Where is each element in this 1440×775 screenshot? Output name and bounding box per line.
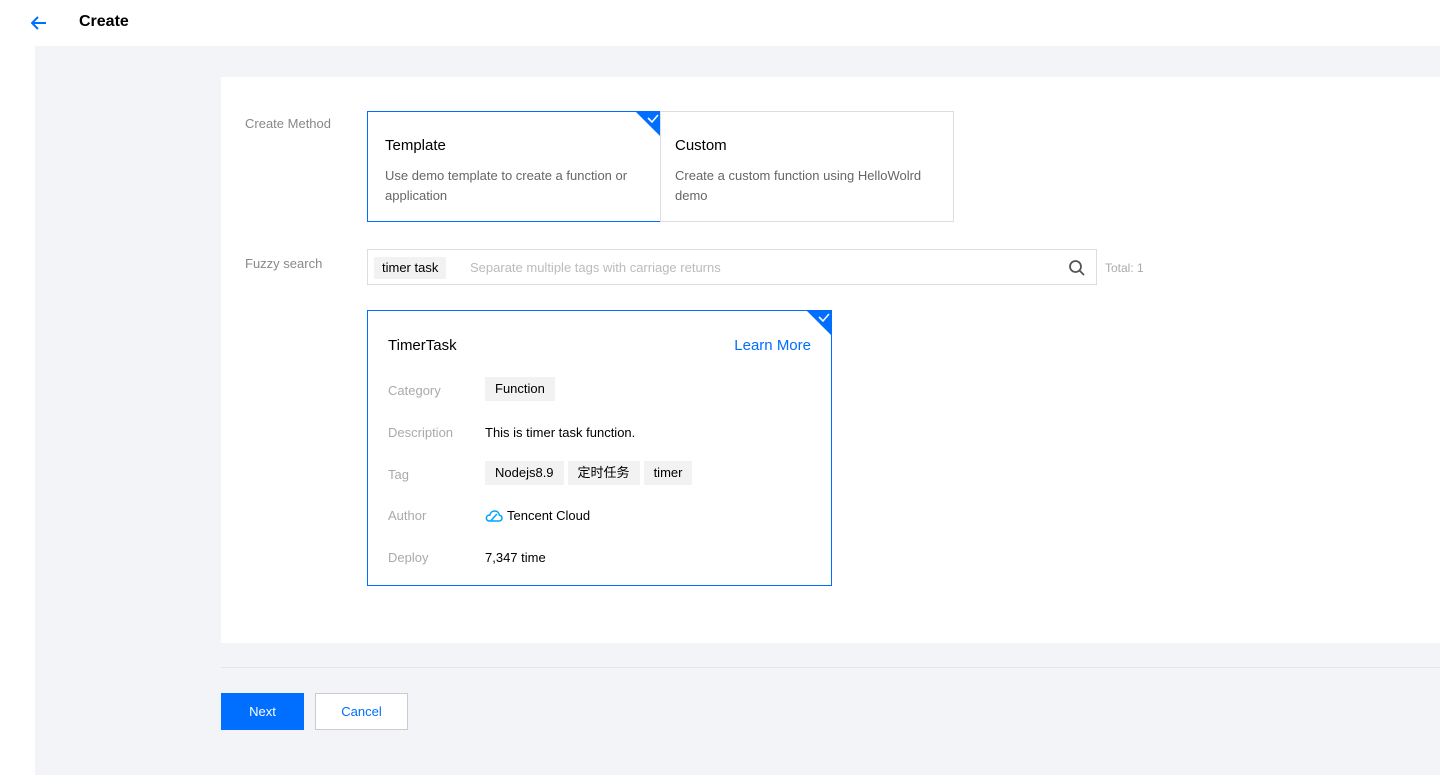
- cloud-icon: [485, 509, 503, 522]
- page-title: Create: [79, 13, 129, 30]
- description-label: Description: [388, 425, 454, 440]
- selected-check-icon: [635, 111, 661, 137]
- description-value: This is timer task function.: [485, 425, 636, 440]
- method-card-template[interactable]: Template Use demo template to create a f…: [367, 111, 661, 222]
- next-button[interactable]: Next: [221, 693, 304, 730]
- learn-more-link[interactable]: Learn More: [734, 337, 811, 354]
- search-input[interactable]: timer task Separate multiple tags with c…: [367, 249, 1097, 285]
- author-name: Tencent Cloud: [507, 508, 591, 523]
- method-description: Create a custom function using HelloWolr…: [675, 168, 922, 203]
- method-title: Template: [385, 137, 446, 154]
- cancel-button[interactable]: Cancel: [315, 693, 408, 730]
- tag-chip: Nodejs8.9: [485, 461, 564, 485]
- method-card-custom[interactable]: Custom Create a custom function using He…: [660, 111, 954, 222]
- deploy-label: Deploy: [388, 550, 429, 565]
- search-tag-chip[interactable]: timer task: [374, 257, 447, 279]
- author-label: Author: [388, 508, 427, 523]
- method-title: Custom: [675, 137, 727, 154]
- fuzzy-search-label: Fuzzy search: [245, 256, 323, 271]
- template-card-timertask[interactable]: TimerTask Learn More Category Function D…: [367, 310, 832, 586]
- search-icon[interactable]: [1068, 259, 1086, 277]
- search-placeholder: Separate multiple tags with carriage ret…: [470, 260, 721, 275]
- template-title: TimerTask: [388, 337, 457, 354]
- category-label: Category: [388, 383, 441, 398]
- create-method-label: Create Method: [245, 116, 331, 131]
- tag-chips: Nodejs8.9 定时任务 timer: [485, 461, 696, 485]
- back-arrow-icon[interactable]: [27, 11, 51, 35]
- author-value: Tencent Cloud: [485, 508, 590, 523]
- search-total-count: Total: 1: [1105, 261, 1144, 275]
- selected-check-icon: [806, 310, 832, 336]
- tag-chip: timer: [643, 461, 693, 485]
- deploy-count: 7,347 time: [485, 550, 546, 565]
- tag-chip: 定时任务: [567, 461, 640, 485]
- footer-divider: [221, 667, 1440, 668]
- method-description: Use demo template to create a function o…: [385, 168, 628, 203]
- category-chip: Function: [485, 377, 555, 401]
- top-bar: Create: [0, 0, 1440, 46]
- tag-label: Tag: [388, 467, 409, 482]
- category-chips: Function: [485, 377, 559, 401]
